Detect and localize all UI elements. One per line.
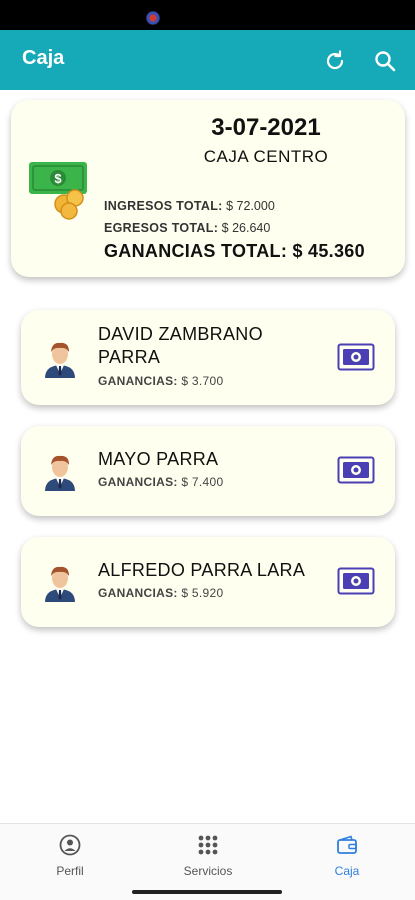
expense-line: EGRESOS TOTAL: $ 26.640 [104, 221, 270, 235]
income-line: INGRESOS TOTAL: $ 72.000 [104, 199, 275, 213]
nav-label: Caja [334, 864, 360, 878]
summary-date: 3-07-2021 [211, 114, 321, 141]
grid-icon [198, 835, 218, 855]
money-icon: $ [29, 162, 87, 220]
earnings-value: $ 3.700 [181, 374, 224, 388]
refresh-button[interactable] [322, 48, 348, 74]
nav-label: Servicios [183, 864, 233, 878]
employee-name: DAVID ZAMBRANO PARRA [98, 324, 263, 367]
earnings-value: $ 5.920 [181, 586, 224, 600]
refresh-icon [326, 50, 344, 70]
page-title: Caja [22, 47, 65, 69]
nav-label: Perfil [56, 864, 84, 878]
person-circle-icon [59, 834, 81, 856]
employee-name: ALFREDO PARRA LARA [98, 560, 306, 580]
earnings-label: GANANCIAS: [98, 586, 178, 600]
summary-card: $ 3-07-2021 CAJA CENTRO INGRESOS TOTAL: … [11, 100, 405, 277]
employee-name: MAYO PARRA [98, 449, 219, 469]
employee-earnings: GANANCIAS: $ 7.400 [98, 475, 223, 489]
bottom-nav: Perfil Servicios Caja [0, 823, 415, 900]
cash-icon[interactable] [337, 456, 375, 484]
expense-value: $ 26.640 [221, 221, 271, 235]
man-avatar-icon [45, 342, 75, 378]
status-bar [0, 0, 415, 30]
search-button[interactable] [372, 48, 398, 74]
search-icon [375, 51, 396, 72]
man-avatar-icon [45, 455, 75, 491]
earnings-label: GANANCIAS: [98, 475, 178, 489]
earnings-label: GANANCIAS: [98, 374, 178, 388]
wallet-icon [337, 835, 357, 854]
profit-label: GANANCIAS TOTAL: [104, 241, 288, 261]
profit-value: $ 45.360 [292, 241, 365, 261]
home-indicator [132, 890, 282, 894]
nav-item-caja[interactable]: Caja [302, 834, 392, 878]
employee-earnings: GANANCIAS: $ 5.920 [98, 586, 223, 600]
svg-text:$: $ [54, 171, 62, 186]
income-label: INGRESOS TOTAL: [104, 199, 223, 213]
cash-icon[interactable] [337, 343, 375, 371]
income-value: $ 72.000 [226, 199, 275, 213]
expense-label: EGRESOS TOTAL: [104, 221, 219, 235]
profit-line: GANANCIAS TOTAL: $ 45.360 [104, 241, 365, 262]
branch-name: CAJA CENTRO [203, 147, 329, 166]
employee-card[interactable]: ALFREDO PARRA LARA GANANCIAS: $ 5.920 [21, 537, 395, 627]
earnings-value: $ 7.400 [181, 475, 224, 489]
employee-card[interactable]: DAVID ZAMBRANO PARRA GANANCIAS: $ 3.700 [21, 310, 395, 405]
employee-earnings: GANANCIAS: $ 3.700 [98, 374, 223, 388]
nav-item-perfil[interactable]: Perfil [25, 834, 115, 878]
nav-item-servicios[interactable]: Servicios [163, 834, 253, 878]
man-avatar-icon [45, 566, 75, 602]
cash-icon[interactable] [337, 567, 375, 595]
app-bar: Caja [0, 30, 415, 90]
employee-card[interactable]: MAYO PARRA GANANCIAS: $ 7.400 [21, 426, 395, 516]
camera-icon [146, 11, 160, 25]
